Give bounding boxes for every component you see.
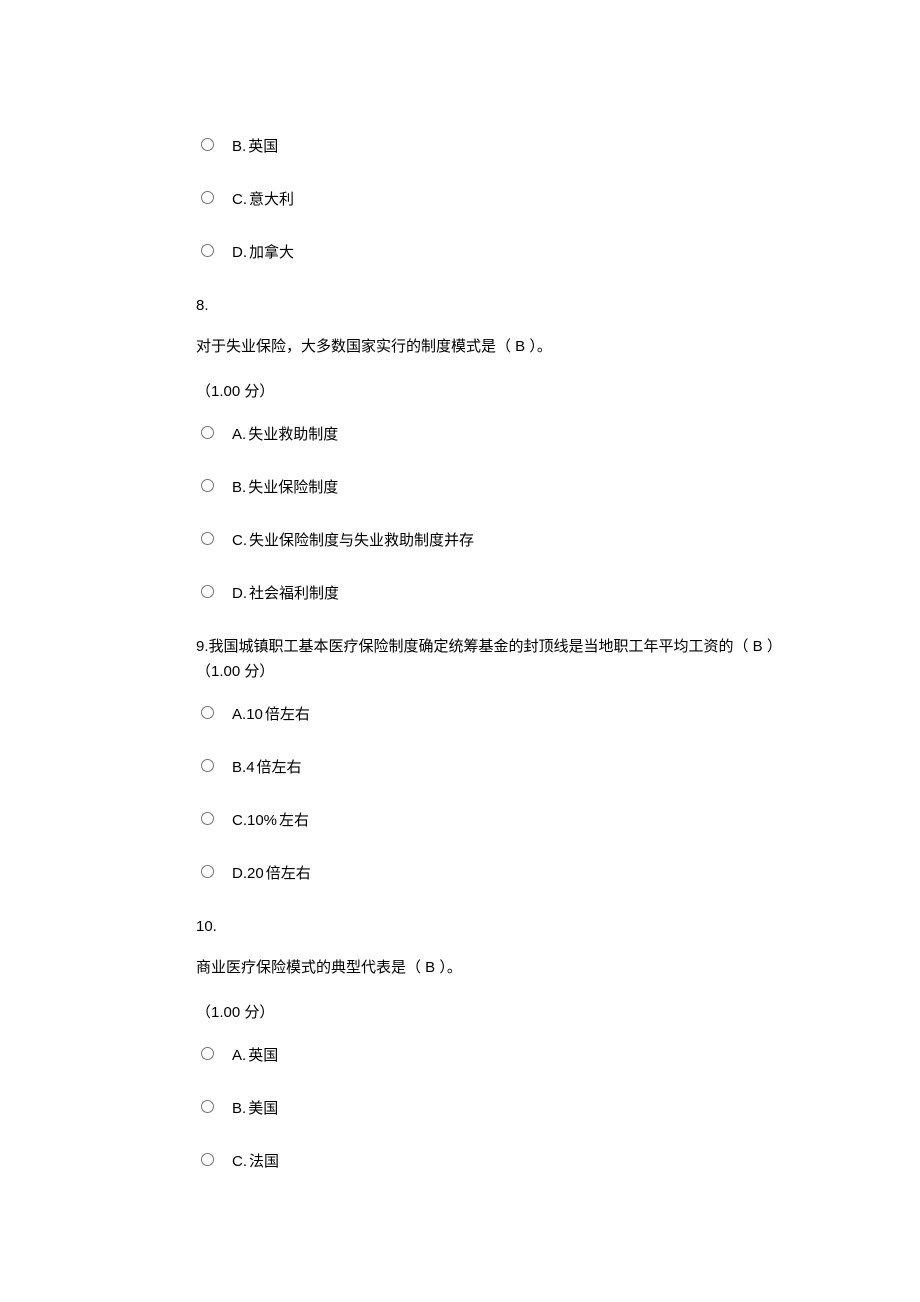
option-text-a: 10 — [246, 704, 263, 725]
option-text: 失业保险制度 — [248, 477, 338, 498]
radio-button[interactable] — [201, 479, 214, 492]
radio-button[interactable] — [201, 532, 214, 545]
question-number: 10. — [196, 916, 800, 937]
option-letter: B. — [232, 136, 246, 157]
question-text: 我国城镇职工基本医疗保险制度确定统筹基金的封顶线是当地职工年平均工资的（ B ） — [209, 638, 782, 655]
question-score: （1.00 分） — [196, 1002, 800, 1023]
option-text-b: 倍左右 — [266, 863, 311, 884]
radio-button[interactable] — [201, 138, 214, 151]
question-text: 商业医疗保险模式的典型代表是（ B ）。 — [196, 957, 800, 978]
radio-button[interactable] — [201, 759, 214, 772]
radio-button[interactable] — [201, 1047, 214, 1060]
option-letter: C. — [232, 810, 247, 831]
option-letter: B. — [232, 1098, 246, 1119]
question-score: （1.00 分） — [196, 661, 800, 682]
option-row: A. 英国 — [196, 1045, 800, 1066]
option-text: 美国 — [248, 1098, 278, 1119]
question-number: 8. — [196, 295, 800, 316]
option-text-b: 倍左右 — [257, 757, 302, 778]
radio-button[interactable] — [201, 191, 214, 204]
radio-button[interactable] — [201, 812, 214, 825]
option-text: 社会福利制度 — [249, 583, 339, 604]
option-text-a: 20 — [247, 863, 264, 884]
option-row: C. 意大利 — [196, 189, 800, 210]
option-text: 英国 — [248, 1045, 278, 1066]
option-letter: A. — [232, 424, 246, 445]
radio-button[interactable] — [201, 585, 214, 598]
option-text: 意大利 — [249, 189, 294, 210]
option-row: B. 4 倍左右 — [196, 757, 800, 778]
option-row: C. 法国 — [196, 1151, 800, 1172]
radio-button[interactable] — [201, 426, 214, 439]
content-area: B. 英国 C. 意大利 D. 加拿大 8. 对于失业保险，大多数国家实行的制度… — [196, 136, 800, 1172]
option-row: D. 加拿大 — [196, 242, 800, 263]
option-row: D. 20 倍左右 — [196, 863, 800, 884]
option-letter: B. — [232, 477, 246, 498]
option-row: B. 美国 — [196, 1098, 800, 1119]
option-letter: D. — [232, 242, 247, 263]
radio-button[interactable] — [201, 1100, 214, 1113]
question-text: 对于失业保险，大多数国家实行的制度模式是（ B ）。 — [196, 336, 800, 357]
question-number: 9. — [196, 638, 209, 655]
option-text: 法国 — [249, 1151, 279, 1172]
option-letter: C. — [232, 189, 247, 210]
option-letter: B. — [232, 757, 246, 778]
option-text-a: 10% — [247, 810, 277, 831]
option-letter: D. — [232, 863, 247, 884]
option-text: 失业保险制度与失业救助制度并存 — [249, 530, 474, 551]
option-letter: A. — [232, 1045, 246, 1066]
radio-button[interactable] — [201, 706, 214, 719]
option-text: 失业救助制度 — [248, 424, 338, 445]
radio-button[interactable] — [201, 244, 214, 257]
radio-button[interactable] — [201, 1153, 214, 1166]
option-letter: D. — [232, 583, 247, 604]
page-container: B. 英国 C. 意大利 D. 加拿大 8. 对于失业保险，大多数国家实行的制度… — [0, 0, 920, 1302]
option-letter: C. — [232, 1151, 247, 1172]
option-letter: A. — [232, 704, 246, 725]
option-row: C. 10%左右 — [196, 810, 800, 831]
question-line: 9.我国城镇职工基本医疗保险制度确定统筹基金的封顶线是当地职工年平均工资的（ B… — [196, 636, 800, 657]
option-text: 加拿大 — [249, 242, 294, 263]
option-text-b: 倍左右 — [265, 704, 310, 725]
option-letter: C. — [232, 530, 247, 551]
radio-button[interactable] — [201, 865, 214, 878]
option-row: C. 失业保险制度与失业救助制度并存 — [196, 530, 800, 551]
option-row: B. 英国 — [196, 136, 800, 157]
option-row: B. 失业保险制度 — [196, 477, 800, 498]
question-score: （1.00 分） — [196, 381, 800, 402]
option-text-b: 左右 — [279, 810, 309, 831]
option-row: A. 失业救助制度 — [196, 424, 800, 445]
option-text-a: 4 — [246, 757, 254, 778]
option-row: D. 社会福利制度 — [196, 583, 800, 604]
option-text: 英国 — [248, 136, 278, 157]
option-row: A. 10 倍左右 — [196, 704, 800, 725]
